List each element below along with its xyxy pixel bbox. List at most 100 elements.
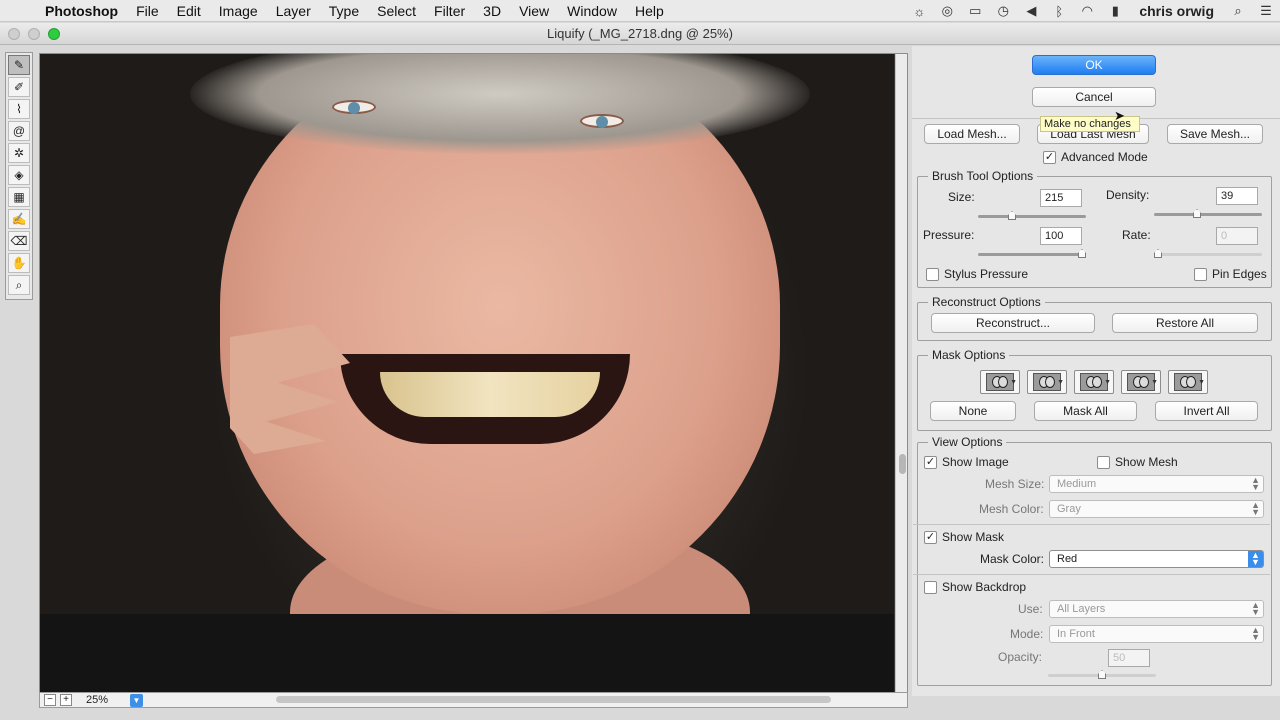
menu-layer[interactable]: Layer (267, 3, 320, 19)
use-label: Use: (1018, 602, 1043, 616)
replace-selection-button[interactable]: ▼ (980, 370, 1020, 394)
zoom-out-button[interactable]: − (44, 694, 56, 706)
show-backdrop-check[interactable] (924, 580, 937, 594)
use-select[interactable]: All Layers ▲ ▼ (1049, 600, 1264, 618)
mask-none-button[interactable]: None (930, 401, 1016, 421)
menu-window[interactable]: Window (558, 3, 626, 19)
battery-icon[interactable]: ▮ (1101, 3, 1129, 19)
pucker-tool-icon[interactable]: ✲ (8, 143, 30, 163)
reconstruct-button[interactable]: Reconstruct... (931, 313, 1095, 333)
forward-warp-tool-icon[interactable]: ✎ (8, 55, 30, 75)
opacity-field[interactable]: 50 (1108, 649, 1150, 667)
mask-all-button[interactable]: Mask All (1034, 401, 1137, 421)
zoom-level[interactable]: 25% (86, 694, 130, 706)
pressure-slider-knob[interactable] (1078, 249, 1086, 258)
bluetooth-icon[interactable]: ᛒ (1045, 4, 1073, 19)
pressure-field[interactable]: 100 (1040, 227, 1082, 245)
show-image-check[interactable]: ✓ (924, 455, 937, 469)
time-machine-icon[interactable]: ◷ (989, 3, 1017, 19)
window-titlebar: Liquify (_MG_2718.dng @ 25%) (0, 23, 1280, 45)
advanced-mode-check[interactable]: ✓ (1043, 150, 1056, 164)
pin-edges-check[interactable] (1194, 267, 1207, 281)
size-slider-knob[interactable] (1008, 211, 1016, 220)
menu-type[interactable]: Type (320, 3, 368, 19)
mode-select[interactable]: In Front ▲ ▼ (1049, 625, 1264, 643)
cancel-button[interactable]: Cancel (1032, 87, 1156, 107)
show-image-checkbox[interactable]: ✓ Show Image (924, 455, 1009, 469)
show-image-label: Show Image (942, 455, 1009, 469)
bloat-tool-icon[interactable]: ◈ (8, 165, 30, 185)
save-mesh-button[interactable]: Save Mesh... (1167, 124, 1263, 144)
opacity-slider[interactable] (1048, 670, 1156, 679)
twirl-tool-icon[interactable]: @ (8, 121, 30, 141)
zoom-in-button[interactable]: + (60, 694, 72, 706)
invert-all-button[interactable]: Invert All (1155, 401, 1258, 421)
vertical-scroll-thumb[interactable] (899, 454, 906, 474)
menu-select[interactable]: Select (368, 3, 425, 19)
notification-center-icon[interactable]: ☰ (1252, 3, 1280, 19)
menu-help[interactable]: Help (626, 3, 673, 19)
invert-selection-button[interactable]: ▼ (1168, 370, 1208, 394)
intersect-with-selection-button[interactable]: ▼ (1121, 370, 1161, 394)
show-mesh-checkbox[interactable]: Show Mesh (1097, 455, 1178, 469)
size-slider[interactable] (978, 211, 1086, 220)
density-slider-knob[interactable] (1193, 209, 1201, 218)
size-field[interactable]: 215 (1040, 189, 1082, 207)
freeze-mask-tool-icon[interactable]: ✍ (8, 209, 30, 229)
pin-edges-checkbox[interactable]: Pin Edges (1194, 267, 1267, 281)
zoom-button[interactable] (48, 28, 60, 40)
ok-button[interactable]: OK (1032, 55, 1156, 75)
menu-edit[interactable]: Edit (168, 3, 210, 19)
vertical-scrollbar[interactable] (895, 54, 907, 692)
creative-cloud-icon[interactable]: ◎ (933, 3, 961, 19)
show-mesh-check[interactable] (1097, 455, 1110, 469)
mesh-size-label: Mesh Size: (985, 477, 1045, 491)
stylus-pressure-checkbox[interactable]: Stylus Pressure (926, 267, 1028, 281)
volume-icon[interactable]: ◀ (1017, 3, 1045, 19)
minimize-button[interactable] (28, 28, 40, 40)
liquify-canvas[interactable] (39, 53, 908, 693)
restore-all-button[interactable]: Restore All (1112, 313, 1258, 333)
menu-view[interactable]: View (510, 3, 558, 19)
mask-color-select[interactable]: Red ▲ ▼ (1049, 550, 1264, 568)
user-name[interactable]: chris orwig (1129, 3, 1224, 19)
search-icon[interactable]: ⌕ (1224, 3, 1252, 19)
mesh-color-value: Gray (1057, 503, 1081, 515)
density-slider[interactable] (1154, 209, 1262, 218)
thaw-mask-tool-icon[interactable]: ⌫ (8, 231, 30, 251)
show-mask-check[interactable]: ✓ (924, 530, 937, 544)
add-to-selection-button[interactable]: ▼ (1027, 370, 1067, 394)
stylus-pressure-label: Stylus Pressure (944, 267, 1029, 281)
pressure-slider[interactable] (978, 249, 1086, 258)
menu-photoshop[interactable]: Photoshop (36, 3, 127, 19)
horizontal-scrollbar[interactable] (276, 696, 831, 703)
airplay-icon[interactable]: ▭ (961, 3, 989, 19)
brightness-icon[interactable]: ☼ (905, 4, 933, 19)
menu-image[interactable]: Image (210, 3, 267, 19)
menu-filter[interactable]: Filter (425, 3, 474, 19)
wifi-icon[interactable]: ◠ (1073, 3, 1101, 19)
zoom-dropdown-icon[interactable]: ▼ (130, 693, 143, 707)
advanced-mode-checkbox[interactable]: ✓ Advanced Mode (1043, 150, 1148, 164)
show-backdrop-checkbox[interactable]: Show Backdrop (924, 580, 1026, 594)
show-mask-checkbox[interactable]: ✓ Show Mask (924, 530, 1004, 544)
hand-tool-icon[interactable]: ✋ (8, 253, 30, 273)
density-field[interactable]: 39 (1216, 187, 1258, 205)
rate-slider-knob[interactable] (1154, 249, 1162, 258)
reconstruct-tool-icon[interactable]: ✐ (8, 77, 30, 97)
stylus-pressure-check[interactable] (926, 267, 939, 281)
load-mesh-button[interactable]: Load Mesh... (924, 124, 1020, 144)
subtract-from-selection-button[interactable]: ▼ (1074, 370, 1114, 394)
smooth-tool-icon[interactable]: ⌇ (8, 99, 30, 119)
menu-file[interactable]: File (127, 3, 168, 19)
opacity-slider-knob[interactable] (1098, 670, 1106, 679)
push-left-tool-icon[interactable]: ▦ (8, 187, 30, 207)
menu-3d[interactable]: 3D (474, 3, 510, 19)
mesh-size-select[interactable]: Medium ▲ ▼ (1049, 475, 1264, 493)
mesh-color-select[interactable]: Gray ▲ ▼ (1049, 500, 1264, 518)
zoom-tool-icon[interactable]: ⌕ (8, 275, 30, 295)
close-button[interactable] (8, 28, 20, 40)
rate-field[interactable]: 0 (1216, 227, 1258, 245)
portrait-image[interactable] (40, 54, 894, 692)
rate-slider[interactable] (1154, 249, 1262, 258)
